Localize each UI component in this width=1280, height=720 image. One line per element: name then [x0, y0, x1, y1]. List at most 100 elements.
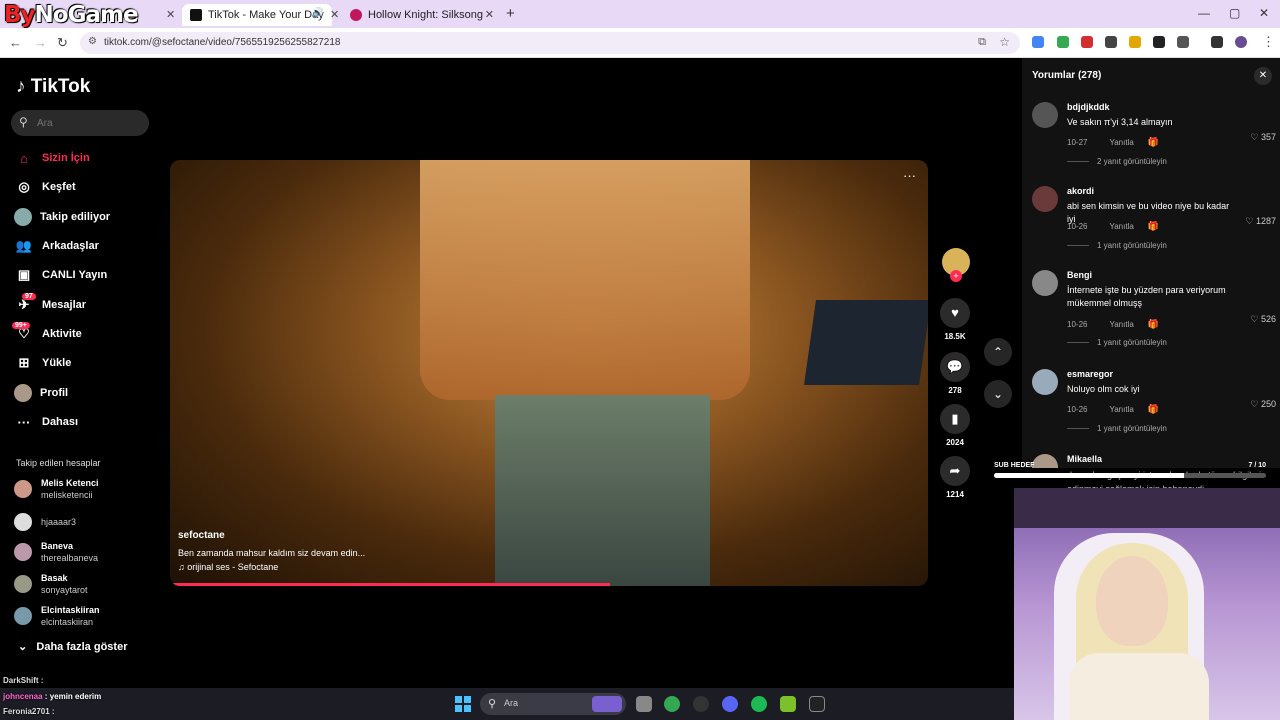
nav-following[interactable]: Takip ediliyor	[14, 206, 110, 228]
nav-friends[interactable]: 👥 Arkadaşlar	[14, 235, 99, 257]
creator-avatar[interactable]: +	[938, 248, 972, 284]
save-count: 2024	[946, 438, 964, 447]
nav-live[interactable]: ▣ CANLI Yayın	[14, 264, 107, 286]
minimize-icon[interactable]: —	[1198, 6, 1210, 20]
show-more-label: Daha fazla göster	[36, 641, 128, 653]
followed-account[interactable]: Baneva therealbaneva	[14, 538, 98, 566]
speaker-icon[interactable]: 🔊	[312, 8, 324, 19]
reply-button[interactable]: Yanıtla	[1109, 405, 1133, 414]
epic-games-icon[interactable]	[809, 696, 825, 712]
bookmark-star-icon[interactable]: ☆	[999, 35, 1010, 49]
chrome-icon[interactable]	[664, 696, 680, 712]
forward-icon[interactable]: →	[34, 35, 47, 50]
view-replies-button[interactable]: 2 yanıt görüntüleyin	[1067, 157, 1167, 166]
install-app-icon[interactable]: ⧉	[978, 36, 986, 49]
view-replies-button[interactable]: 1 yanıt görüntüleyin	[1067, 424, 1167, 433]
account-name: Basak	[41, 573, 68, 583]
nav-profile[interactable]: Profil	[14, 382, 68, 404]
gift-icon[interactable]: 🎁	[1148, 221, 1159, 231]
gift-icon[interactable]: 🎁	[1148, 404, 1159, 414]
close-comments-icon[interactable]: ✕	[1254, 67, 1272, 85]
video-author[interactable]: sefoctane	[178, 530, 225, 541]
nav-upload[interactable]: ⊞ Yükle	[14, 352, 72, 374]
reply-button[interactable]: Yanıtla	[1109, 222, 1133, 231]
back-icon[interactable]: ←	[9, 35, 22, 50]
reply-button[interactable]: Yanıtla	[1109, 320, 1133, 329]
site-info-icon[interactable]: ⚙	[88, 36, 97, 47]
profile-avatar-icon[interactable]	[1235, 36, 1247, 48]
tab-silksong[interactable]: Hollow Knight: Silksong ✕	[342, 4, 500, 26]
address-bar[interactable]: ⚙ tiktok.com/@sefoctane/video/7565519256…	[80, 32, 1020, 54]
browser-menu-icon[interactable]: ⋮	[1262, 34, 1275, 50]
extensions-icon[interactable]	[1177, 36, 1189, 48]
video-player[interactable]: ··· sefoctane Ben zamanda mahsur kaldım …	[170, 160, 928, 586]
red-extension-icon[interactable]	[1081, 36, 1093, 48]
comment-user[interactable]: Bengi	[1067, 270, 1092, 280]
taskbar-search[interactable]: ⚲ Ara	[480, 693, 626, 715]
followed-account[interactable]: hjaaaar3	[14, 508, 76, 536]
previous-video-button[interactable]: ⌃	[984, 338, 1012, 366]
comment-user[interactable]: akordi	[1067, 186, 1094, 196]
follow-plus-icon[interactable]: +	[950, 270, 962, 282]
avatar[interactable]	[1032, 270, 1058, 296]
translate-extension-icon[interactable]	[1032, 36, 1044, 48]
reload-icon[interactable]: ↻	[57, 35, 68, 51]
live-app-icon[interactable]	[780, 696, 796, 712]
followed-account[interactable]: Elcintaskiiran elcintaskiiran	[14, 602, 100, 630]
dark-extension-icon[interactable]	[1105, 36, 1117, 48]
puzzle-extension-icon[interactable]	[1153, 36, 1165, 48]
avatar[interactable]	[1032, 186, 1058, 212]
like-button[interactable]: ♥ 18.5K	[938, 298, 972, 341]
comment-like[interactable]: ♡ 250	[1250, 399, 1276, 410]
nav-explore[interactable]: ◎ Keşfet	[14, 176, 75, 198]
video-options-icon[interactable]: ···	[903, 168, 916, 183]
comment-like[interactable]: ♡ 526	[1250, 314, 1276, 325]
save-button[interactable]: ▮ 2024	[938, 404, 972, 447]
nav-activity[interactable]: ♡ 99+ Aktivite	[12, 322, 82, 345]
view-replies-button[interactable]: 1 yanıt görüntüleyin	[1067, 241, 1167, 250]
gift-icon[interactable]: 🎁	[1148, 319, 1159, 329]
view-replies-button[interactable]: 1 yanıt görüntüleyin	[1067, 338, 1167, 347]
discord-icon[interactable]	[722, 696, 738, 712]
comment-like[interactable]: ♡ 1287	[1245, 216, 1276, 227]
comment-button[interactable]: 💬 278	[938, 352, 972, 395]
gift-icon[interactable]: 🎁	[1148, 137, 1159, 147]
comment-user[interactable]: bdjdjkddk	[1067, 102, 1110, 112]
video-sound[interactable]: ♫ orijinal ses - Sefoctane	[178, 562, 278, 572]
close-tab-icon[interactable]: ✕	[166, 8, 175, 21]
nav-more[interactable]: ··· Dahası	[14, 411, 79, 433]
show-more-button[interactable]: ⌄ Daha fazla göster	[18, 640, 127, 653]
nav-for-you[interactable]: ⌂ Sizin İçin	[14, 147, 90, 169]
nav-messages[interactable]: ✈ 97 Mesajlar	[14, 293, 86, 316]
media-control-icon[interactable]	[1211, 36, 1223, 48]
search-input[interactable]	[37, 114, 137, 132]
close-tab-icon[interactable]: ✕	[485, 8, 494, 21]
yellow-extension-icon[interactable]	[1129, 36, 1141, 48]
new-tab-button[interactable]: +	[506, 5, 515, 22]
chat-line: Feronia2701 :	[3, 707, 55, 716]
share-button[interactable]: ➦ 1214	[938, 456, 972, 499]
next-video-button[interactable]: ⌄	[984, 380, 1012, 408]
tab-tiktok[interactable]: TikTok - Make Your Day 🔊	[182, 4, 332, 26]
search-icon: ⚲	[19, 115, 28, 129]
followed-account[interactable]: Basak sonyaytarot	[14, 570, 88, 598]
task-view-icon[interactable]	[636, 696, 652, 712]
shield-extension-icon[interactable]	[1057, 36, 1069, 48]
comment-user[interactable]: esmaregor	[1067, 369, 1113, 379]
chevron-down-icon: ⌄	[18, 641, 28, 653]
tiktok-logo[interactable]: ♪ TikTok	[16, 76, 90, 98]
tab-label: Hollow Knight: Silksong	[368, 9, 483, 21]
video-progress-bar[interactable]	[170, 583, 610, 586]
comment-like[interactable]: ♡ 357	[1250, 132, 1276, 143]
maximize-icon[interactable]: ▢	[1229, 6, 1240, 20]
close-tab-icon[interactable]: ✕	[330, 8, 339, 21]
avatar[interactable]	[1032, 102, 1058, 128]
followed-account[interactable]: Melis Ketenci melisketencii	[14, 475, 99, 503]
followed-accounts-heading: Takip edilen hesaplar	[16, 458, 101, 468]
avatar[interactable]	[1032, 369, 1058, 395]
search-box[interactable]: ⚲	[11, 110, 149, 136]
window-close-icon[interactable]: ✕	[1259, 6, 1269, 20]
spotify-icon[interactable]	[751, 696, 767, 712]
reply-button[interactable]: Yanıtla	[1109, 138, 1133, 147]
app-icon[interactable]	[693, 696, 709, 712]
